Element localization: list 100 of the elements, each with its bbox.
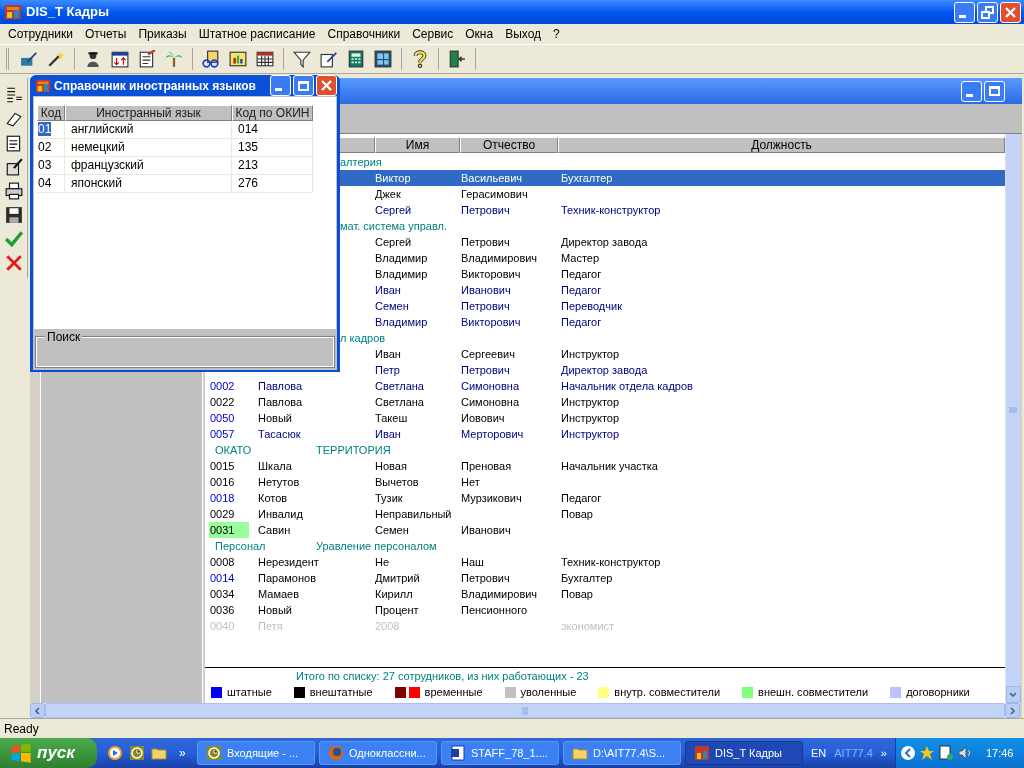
taskbar-button[interactable]: Входящие - ... (197, 741, 315, 765)
chart-icon[interactable] (229, 50, 247, 68)
close-button[interactable] (1000, 1, 1021, 23)
table-row[interactable]: 0031 Савин Семен Иванович (205, 522, 1005, 538)
palm-tree-icon[interactable] (165, 50, 183, 68)
table-row[interactable]: 0022 Павлова Светлана Симоновна Инструктор (205, 394, 1005, 410)
more-button[interactable]: » (179, 744, 186, 762)
table-cell: Начальник отдела кадров (561, 379, 693, 392)
table-row[interactable]: 0050 Новый Такеш Иовович Инструктор (205, 410, 1005, 426)
close-icon (321, 80, 332, 91)
menu-item[interactable]: Сервис (406, 25, 460, 43)
minimize-button[interactable] (270, 75, 291, 96)
table-row[interactable]: 0008 Нерезидент Не Наш Техник-конструктор (205, 554, 1005, 570)
vertical-scrollbar[interactable] (1005, 134, 1020, 703)
document-icon[interactable] (937, 745, 954, 761)
clock-icon[interactable] (129, 745, 145, 761)
column-header[interactable]: Отчество (460, 137, 558, 153)
star-icon[interactable] (918, 745, 935, 761)
column-header[interactable]: Иностранный язык (65, 105, 232, 121)
menu-item[interactable]: Справочники (321, 25, 407, 43)
menu-item[interactable]: Штатное расписание (192, 25, 322, 43)
column-header[interactable]: Код (37, 105, 65, 121)
column-header[interactable]: Код по ОКИН (232, 105, 313, 121)
maximize-button[interactable] (293, 75, 314, 96)
table-cell[interactable]: 135 (232, 139, 313, 157)
table-cell[interactable]: 01 (37, 121, 65, 139)
table-cell[interactable]: 03 (37, 157, 65, 175)
filter-icon[interactable] (293, 50, 311, 68)
scroll-down-button[interactable] (1005, 686, 1021, 703)
person-icon[interactable] (84, 50, 102, 68)
speaker-icon[interactable] (956, 745, 973, 761)
group-code: ОКАТО (215, 442, 253, 458)
close-button[interactable] (316, 75, 337, 96)
table-row[interactable]: 0014 Парамонов Дмитрий Петрович Бухгалтер (205, 570, 1005, 586)
scroll-left-button[interactable] (30, 703, 45, 718)
menu-item[interactable]: Сотрудники (2, 25, 79, 43)
grip-icon (521, 706, 529, 715)
taskbar-button[interactable]: Одноклассни... (319, 741, 437, 765)
close-icon[interactable] (4, 254, 23, 272)
language-indicator[interactable]: EN (811, 744, 827, 762)
table-cell[interactable]: 213 (232, 157, 313, 175)
table-row[interactable]: 0057 Тасасюк Иван Мерторович Инструктор (205, 426, 1005, 442)
calculator-icon[interactable] (347, 50, 365, 68)
scroll-right-button[interactable] (1005, 703, 1020, 718)
minimize-button[interactable] (954, 1, 975, 23)
taskbar-button[interactable]: D:\AIT77.4\S... (563, 741, 681, 765)
folder-icon[interactable] (151, 745, 167, 761)
help-icon[interactable] (411, 50, 429, 68)
media-player-icon[interactable] (107, 745, 123, 761)
calendar-icon[interactable] (111, 50, 129, 68)
table-row[interactable]: 0002 Павлова Светлана Симоновна Начальник отдела кадров (205, 378, 1005, 394)
column-header[interactable]: Должность (558, 137, 1005, 153)
taskbar-button[interactable]: DIS_T Кадры (685, 741, 803, 765)
table-row[interactable]: 0015 Шкала Новая Преновая Начальник участка (205, 458, 1005, 474)
table-row[interactable]: 0016 Нетутов Вычетов Нет (205, 474, 1005, 490)
save-icon[interactable] (4, 206, 23, 224)
minimize-button[interactable] (961, 80, 982, 102)
table-cell[interactable]: немецкий (65, 139, 232, 157)
column-header[interactable]: Имя (375, 137, 460, 153)
tools-icon[interactable] (4, 158, 23, 176)
window-icon[interactable] (374, 50, 392, 68)
menu-item[interactable]: Приказы (132, 25, 193, 43)
printer-icon[interactable] (4, 182, 23, 200)
table-cell[interactable]: 276 (232, 175, 313, 193)
menu-item[interactable]: Выход (499, 25, 548, 43)
start-button[interactable]: пуск (0, 738, 97, 768)
table-row[interactable]: 0034 Мамаев Кирилл Владимирович Повар (205, 586, 1005, 602)
maximize-button[interactable] (984, 80, 1005, 102)
document-icon[interactable] (138, 50, 156, 68)
document-icon[interactable] (4, 134, 23, 152)
table-row[interactable]: 0036 Новый Процент Пенсионного (205, 602, 1005, 618)
table-icon[interactable] (256, 50, 274, 68)
exit-icon[interactable] (448, 50, 466, 68)
menu-item[interactable]: Окна (459, 25, 500, 43)
table-cell: Нет (461, 475, 480, 488)
arrow-left-icon[interactable] (899, 745, 916, 761)
checkmark-icon[interactable] (4, 230, 23, 248)
pencil-icon[interactable] (20, 50, 38, 68)
list-icon[interactable] (4, 86, 23, 104)
more-button[interactable]: » (880, 744, 887, 762)
horizontal-scrollbar[interactable] (30, 703, 1020, 718)
table-cell: Петрович (461, 299, 510, 312)
table-cell: Семен (375, 299, 409, 312)
menu-item[interactable]: Отчеты (79, 25, 133, 43)
taskbar-button[interactable]: STAFF_78_1.... (441, 741, 559, 765)
eraser-icon[interactable] (4, 110, 23, 128)
table-cell[interactable]: 02 (37, 139, 65, 157)
table-cell[interactable]: английский (65, 121, 232, 139)
edit-icon[interactable] (320, 50, 338, 68)
table-cell[interactable]: японский (65, 175, 232, 193)
table-cell[interactable]: 04 (37, 175, 65, 193)
table-cell[interactable]: французский (65, 157, 232, 175)
restore-button[interactable] (977, 1, 998, 23)
menu-item[interactable]: ? (547, 25, 566, 43)
wand-icon[interactable] (47, 50, 65, 68)
glasses-icon[interactable] (202, 50, 220, 68)
table-row[interactable]: 0029 Инвалид Неправильный Повар (205, 506, 1005, 522)
table-row[interactable]: 0018 Котов Тузик Мурзикович Педагог (205, 490, 1005, 506)
table-cell[interactable]: 014 (232, 121, 313, 139)
table-cell: Бухгалтер (561, 171, 613, 184)
